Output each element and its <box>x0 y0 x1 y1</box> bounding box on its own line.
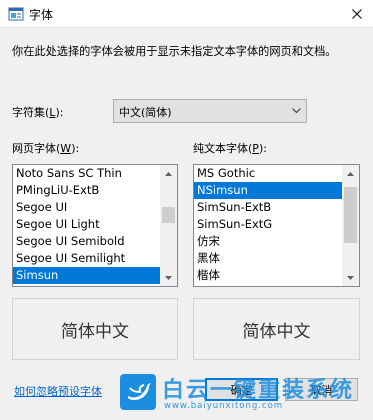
list-item[interactable]: SimSun-ExtB <box>194 199 342 216</box>
close-button[interactable] <box>341 0 373 28</box>
plain-font-label: 纯文本字体(P): <box>193 142 267 155</box>
list-item[interactable]: 楷体 <box>194 267 342 284</box>
scroll-thumb[interactable] <box>344 187 357 243</box>
chevron-down-icon <box>292 108 301 114</box>
list-item[interactable]: 仿宋 <box>194 233 342 250</box>
list-item[interactable]: Segoe UI <box>13 199 160 216</box>
plain-font-preview: 简体中文 <box>193 298 360 360</box>
chevron-down-icon <box>165 275 172 280</box>
list-item[interactable]: 黑体 <box>194 250 342 267</box>
list-item-selected[interactable]: NSimsun <box>194 182 342 199</box>
list-item[interactable]: Segoe UI Semilight <box>13 250 160 267</box>
web-font-label: 网页字体(W): <box>12 142 80 155</box>
ok-button[interactable]: 确定 <box>205 378 278 401</box>
charset-label: 字符集(L): <box>12 106 64 119</box>
list-item-selected[interactable]: Simsun <box>13 267 160 284</box>
web-font-scrollbar[interactable] <box>160 165 177 286</box>
web-font-preview: 简体中文 <box>12 298 178 360</box>
list-item[interactable]: MS Gothic <box>194 165 342 182</box>
charset-value: 中文(简体) <box>119 106 172 119</box>
font-dialog-icon <box>8 7 24 21</box>
title-bar: 字体 <box>0 0 373 28</box>
reset-fonts-link[interactable]: 如何忽略预设字体 <box>14 383 102 399</box>
web-font-listbox[interactable]: Noto Sans SC Thin PMingLiU-ExtB Segoe UI… <box>12 164 178 287</box>
bird-logo-icon <box>120 374 156 410</box>
chevron-up-icon <box>347 171 354 176</box>
list-item[interactable]: Segoe UI Light <box>13 216 160 233</box>
list-item[interactable]: PMingLiU-ExtB <box>13 182 160 199</box>
scroll-thumb[interactable] <box>162 207 175 223</box>
scroll-down-button[interactable] <box>160 269 177 286</box>
scroll-down-button[interactable] <box>342 269 359 286</box>
list-item[interactable]: Noto Sans SC Thin <box>13 165 160 182</box>
charset-select[interactable]: 中文(简体) <box>113 99 307 123</box>
scroll-up-button[interactable] <box>160 165 177 182</box>
description-text: 你在此处选择的字体会被用于显示未指定文本字体的网页和文档。 <box>12 45 337 58</box>
cancel-button[interactable]: 取消 <box>285 378 358 401</box>
scroll-up-button[interactable] <box>342 165 359 182</box>
list-item[interactable]: SimSun-ExtG <box>194 216 342 233</box>
list-item[interactable]: Segoe UI Semibold <box>13 233 160 250</box>
watermark-url: www.baiyunxitong.com <box>164 401 284 411</box>
window-title: 字体 <box>29 8 54 22</box>
chevron-up-icon <box>165 171 172 176</box>
chevron-down-icon <box>347 275 354 280</box>
close-icon <box>352 9 362 19</box>
plain-font-scrollbar[interactable] <box>342 165 359 286</box>
plain-font-listbox[interactable]: MS Gothic NSimsun SimSun-ExtB SimSun-Ext… <box>193 164 360 287</box>
